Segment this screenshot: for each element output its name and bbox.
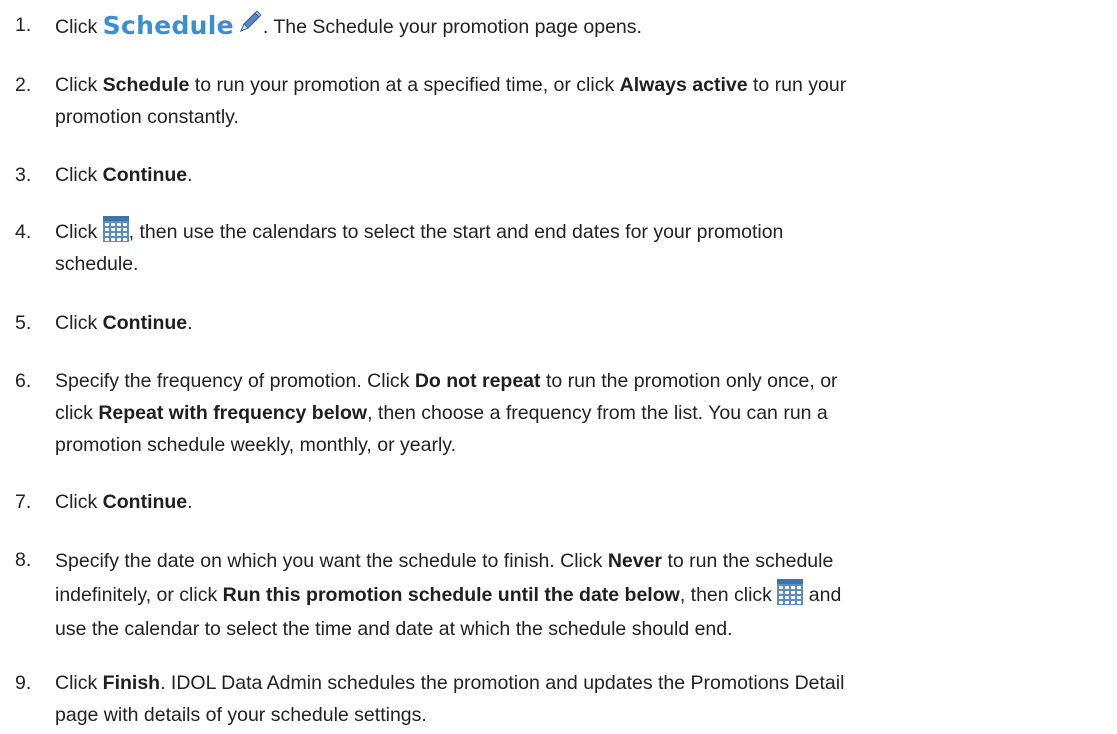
schedule-button: Schedule: [102, 11, 234, 40]
always-active-option: Always active: [619, 74, 748, 96]
step-text: Click , then use the calendars to select…: [55, 216, 1110, 280]
step-number: 1.: [15, 14, 32, 36]
step-number: 8.: [15, 549, 32, 571]
step-text: Click Continue.: [55, 164, 193, 186]
schedule-option: Schedule: [102, 74, 190, 96]
continue-button: Continue: [102, 312, 188, 334]
step-number: 4.: [15, 221, 32, 243]
pencil-icon: [239, 10, 262, 32]
step-text: Click Finish. IDOL Data Admin schedules …: [55, 672, 845, 726]
step-text: Specify the frequency of promotion. Clic…: [55, 370, 838, 456]
run-until-date-option: Run this promotion schedule until the da…: [222, 584, 680, 606]
calendar-icon: [102, 216, 129, 242]
step-number: 5.: [15, 312, 32, 334]
step-number: 6.: [15, 370, 32, 392]
finish-button: Finish: [102, 672, 161, 694]
repeat-with-frequency-option: Repeat with frequency below: [98, 402, 368, 424]
instructions-document: 1. Click Schedule . The Schedule your pr…: [0, 0, 1117, 734]
step-text: Click Continue.: [55, 491, 193, 513]
step-text: Click Schedule to run your promotion at …: [55, 74, 847, 128]
step-number: 7.: [15, 491, 32, 513]
step-text: Click Schedule . The Schedule your promo…: [55, 10, 642, 40]
calendar-icon: [777, 579, 804, 605]
step-text: Click Continue.: [55, 312, 193, 334]
never-option: Never: [607, 550, 663, 572]
step-number: 2.: [15, 74, 32, 96]
do-not-repeat-option: Do not repeat: [414, 370, 541, 392]
step-text: Specify the date on which you want the s…: [55, 550, 842, 640]
continue-button: Continue: [102, 164, 188, 186]
step-number: 3.: [15, 164, 32, 186]
continue-button: Continue: [102, 491, 188, 513]
step-number: 9.: [15, 672, 32, 694]
